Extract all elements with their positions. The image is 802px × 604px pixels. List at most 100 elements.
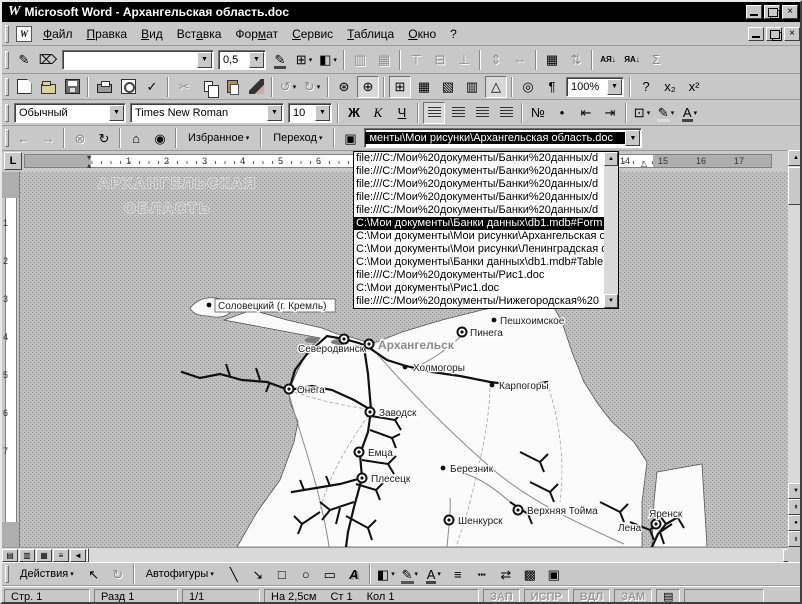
undo-dropdown-arrow[interactable]: ▾	[293, 83, 297, 91]
doc-restore-button[interactable]	[766, 27, 782, 41]
underline-button[interactable]: Ч	[391, 102, 413, 124]
web-layout-view-button[interactable]: ▥	[19, 549, 35, 562]
favorites-button[interactable]: Избранное ▾	[181, 127, 256, 149]
print-preview-button[interactable]	[117, 76, 139, 98]
print-button[interactable]	[93, 76, 115, 98]
scroll-up-icon[interactable]: ▲	[788, 150, 802, 166]
line-style-button[interactable]: ≡	[447, 563, 469, 585]
dropdown-item[interactable]: C:\Мои документы\Банки данных\db1.mdb#Ta…	[354, 256, 604, 269]
italic-button[interactable]: К	[367, 102, 389, 124]
start-page-button[interactable]: ⌂	[125, 127, 147, 149]
change-text-direction-button[interactable]: ⇅	[565, 49, 587, 71]
normal-view-button[interactable]: ▤	[2, 549, 18, 562]
dropdown-item[interactable]: C:\Мои документы\Рис1.doc	[354, 282, 604, 295]
address-value[interactable]: менты\Мои рисунки\Архангельская область.…	[365, 132, 625, 144]
select-objects-button[interactable]: ↖	[83, 563, 105, 585]
sort-descending-button[interactable]: ЯА↓	[621, 49, 643, 71]
decrease-indent-button[interactable]: ⇤	[575, 102, 597, 124]
font-size-combo[interactable]: 10▼	[288, 103, 332, 123]
menu-item-файл[interactable]: Файл	[36, 24, 80, 44]
distribute-rows-button[interactable]: ⇕	[485, 49, 507, 71]
doc-minimize-button[interactable]	[748, 27, 764, 41]
dropdown-item[interactable]: C:\Мои документы\Мои рисунки\Ленинградск…	[354, 243, 604, 256]
drawing-button[interactable]: △	[485, 76, 507, 98]
line-style-dropdown-arrow[interactable]: ▼	[197, 52, 212, 68]
autoshapes-button[interactable]: Автофигуры▾	[139, 563, 221, 585]
toggle-вдл[interactable]: ВДЛ	[573, 589, 610, 604]
menu-item-?[interactable]: ?	[443, 24, 464, 44]
style-dropdown-arrow[interactable]: ▼	[109, 105, 124, 121]
rectangle-button[interactable]: □	[271, 563, 293, 585]
redo-dropdown-arrow[interactable]: ▾	[317, 83, 321, 91]
align-right-button[interactable]	[471, 102, 493, 124]
minimize-button[interactable]	[746, 5, 762, 19]
align-center-button[interactable]	[447, 102, 469, 124]
menu-item-вид[interactable]: Вид	[134, 24, 170, 44]
vertical-scrollbar[interactable]: ▲ ▼ ⇞ ● ⇟	[788, 150, 802, 547]
line-color-dropdown-arrow[interactable]: ▾	[415, 570, 419, 578]
toggle-зап[interactable]: ЗАП	[483, 589, 520, 604]
outside-border-dropdown-arrow[interactable]: ▾	[309, 56, 313, 64]
stop-button[interactable]: ⊗	[69, 127, 91, 149]
toolbar-grip[interactable]	[5, 25, 9, 43]
scroll-up-icon[interactable]: ▲	[604, 152, 618, 166]
increase-indent-button[interactable]: ⇥	[599, 102, 621, 124]
tables-and-borders-button[interactable]: ⊞	[389, 76, 411, 98]
arrow-style-button[interactable]: ⇄	[495, 563, 517, 585]
tab-selector[interactable]: L	[4, 152, 22, 170]
close-button[interactable]: ×	[782, 5, 798, 19]
shadow-button[interactable]: ▩	[519, 563, 541, 585]
copy-button[interactable]	[197, 76, 219, 98]
superscript-button[interactable]: x²	[683, 76, 705, 98]
dropdown-scrollbar[interactable]: ▲ ▼	[604, 152, 618, 308]
highlight-button[interactable]: ✎▾	[655, 102, 677, 124]
line-style-combo[interactable]: ▼	[62, 50, 214, 70]
menu-item-формат[interactable]: Формат	[228, 24, 285, 44]
hanging-indent-marker[interactable]: ▴	[87, 161, 91, 170]
scroll-down-icon[interactable]: ▼	[604, 294, 618, 308]
show-web-toolbar-only-button[interactable]: ▣	[339, 127, 361, 149]
dropdown-item[interactable]: file:///C:/Мои%20документы/Банки%20данны…	[354, 152, 604, 165]
zoom-combo[interactable]: 100%▼	[566, 77, 624, 97]
format-painter-button[interactable]	[245, 76, 267, 98]
doc-close-button[interactable]: ×	[784, 27, 800, 41]
spelling-button[interactable]: ✓	[141, 76, 163, 98]
menu-item-таблица[interactable]: Таблица	[340, 24, 401, 44]
shading-color-dropdown-arrow[interactable]: ▾	[333, 56, 337, 64]
document-icon[interactable]: W	[16, 26, 32, 42]
toolbar-grip[interactable]	[5, 78, 9, 96]
font-color-button[interactable]: А▾	[679, 102, 701, 124]
draw-font-color-button[interactable]: А▾	[423, 563, 445, 585]
subscript-button[interactable]: x₂	[659, 76, 681, 98]
toolbar-grip[interactable]	[5, 51, 9, 69]
draw-actions-button[interactable]: Действия▾	[13, 563, 81, 585]
address-dropdown-arrow[interactable]: ▼	[625, 130, 640, 146]
dropdown-item[interactable]: C:\Мои документы\Банки данных\db1.mdb#Fo…	[354, 217, 604, 230]
outside-border-button[interactable]: ⊞▾	[293, 49, 315, 71]
forward-button[interactable]: →	[37, 127, 59, 149]
font-dropdown-arrow[interactable]: ▼	[267, 105, 282, 121]
free-rotate-button[interactable]: ↻	[107, 563, 129, 585]
menu-item-вставка[interactable]: Вставка	[170, 24, 229, 44]
draw-table-button[interactable]: ✎	[13, 49, 35, 71]
arrow-button[interactable]: ↘	[247, 563, 269, 585]
right-indent-marker[interactable]: △	[641, 159, 647, 168]
next-page-button[interactable]: ⇟	[788, 531, 802, 547]
restore-button[interactable]	[764, 5, 780, 19]
zoom-dropdown-arrow[interactable]: ▼	[607, 79, 622, 95]
dash-style-button[interactable]: ┅	[471, 563, 493, 585]
paste-button[interactable]	[221, 76, 243, 98]
align-bottom-button[interactable]: ⊥	[453, 49, 475, 71]
insert-hyperlink-button[interactable]: ⊛	[333, 76, 355, 98]
dropdown-item[interactable]: file:///C:/Мои%20документы/Нижегородская…	[354, 295, 604, 308]
distribute-columns-button[interactable]: ⇔	[509, 49, 531, 71]
font-combo[interactable]: Times New Roman▼	[130, 103, 284, 123]
line-weight-dropdown-arrow[interactable]: ▼	[249, 52, 264, 68]
dropdown-item[interactable]: file:///C:/Мои%20документы/Банки%20данны…	[354, 165, 604, 178]
autosum-button[interactable]: Σ	[645, 49, 667, 71]
select-browse-object-button[interactable]: ●	[788, 515, 802, 531]
justify-button[interactable]	[495, 102, 517, 124]
menu-item-сервис[interactable]: Сервис	[285, 24, 340, 44]
show-paragraph-marks-button[interactable]: ¶	[541, 76, 563, 98]
style-combo[interactable]: Обычный▼	[14, 103, 126, 123]
